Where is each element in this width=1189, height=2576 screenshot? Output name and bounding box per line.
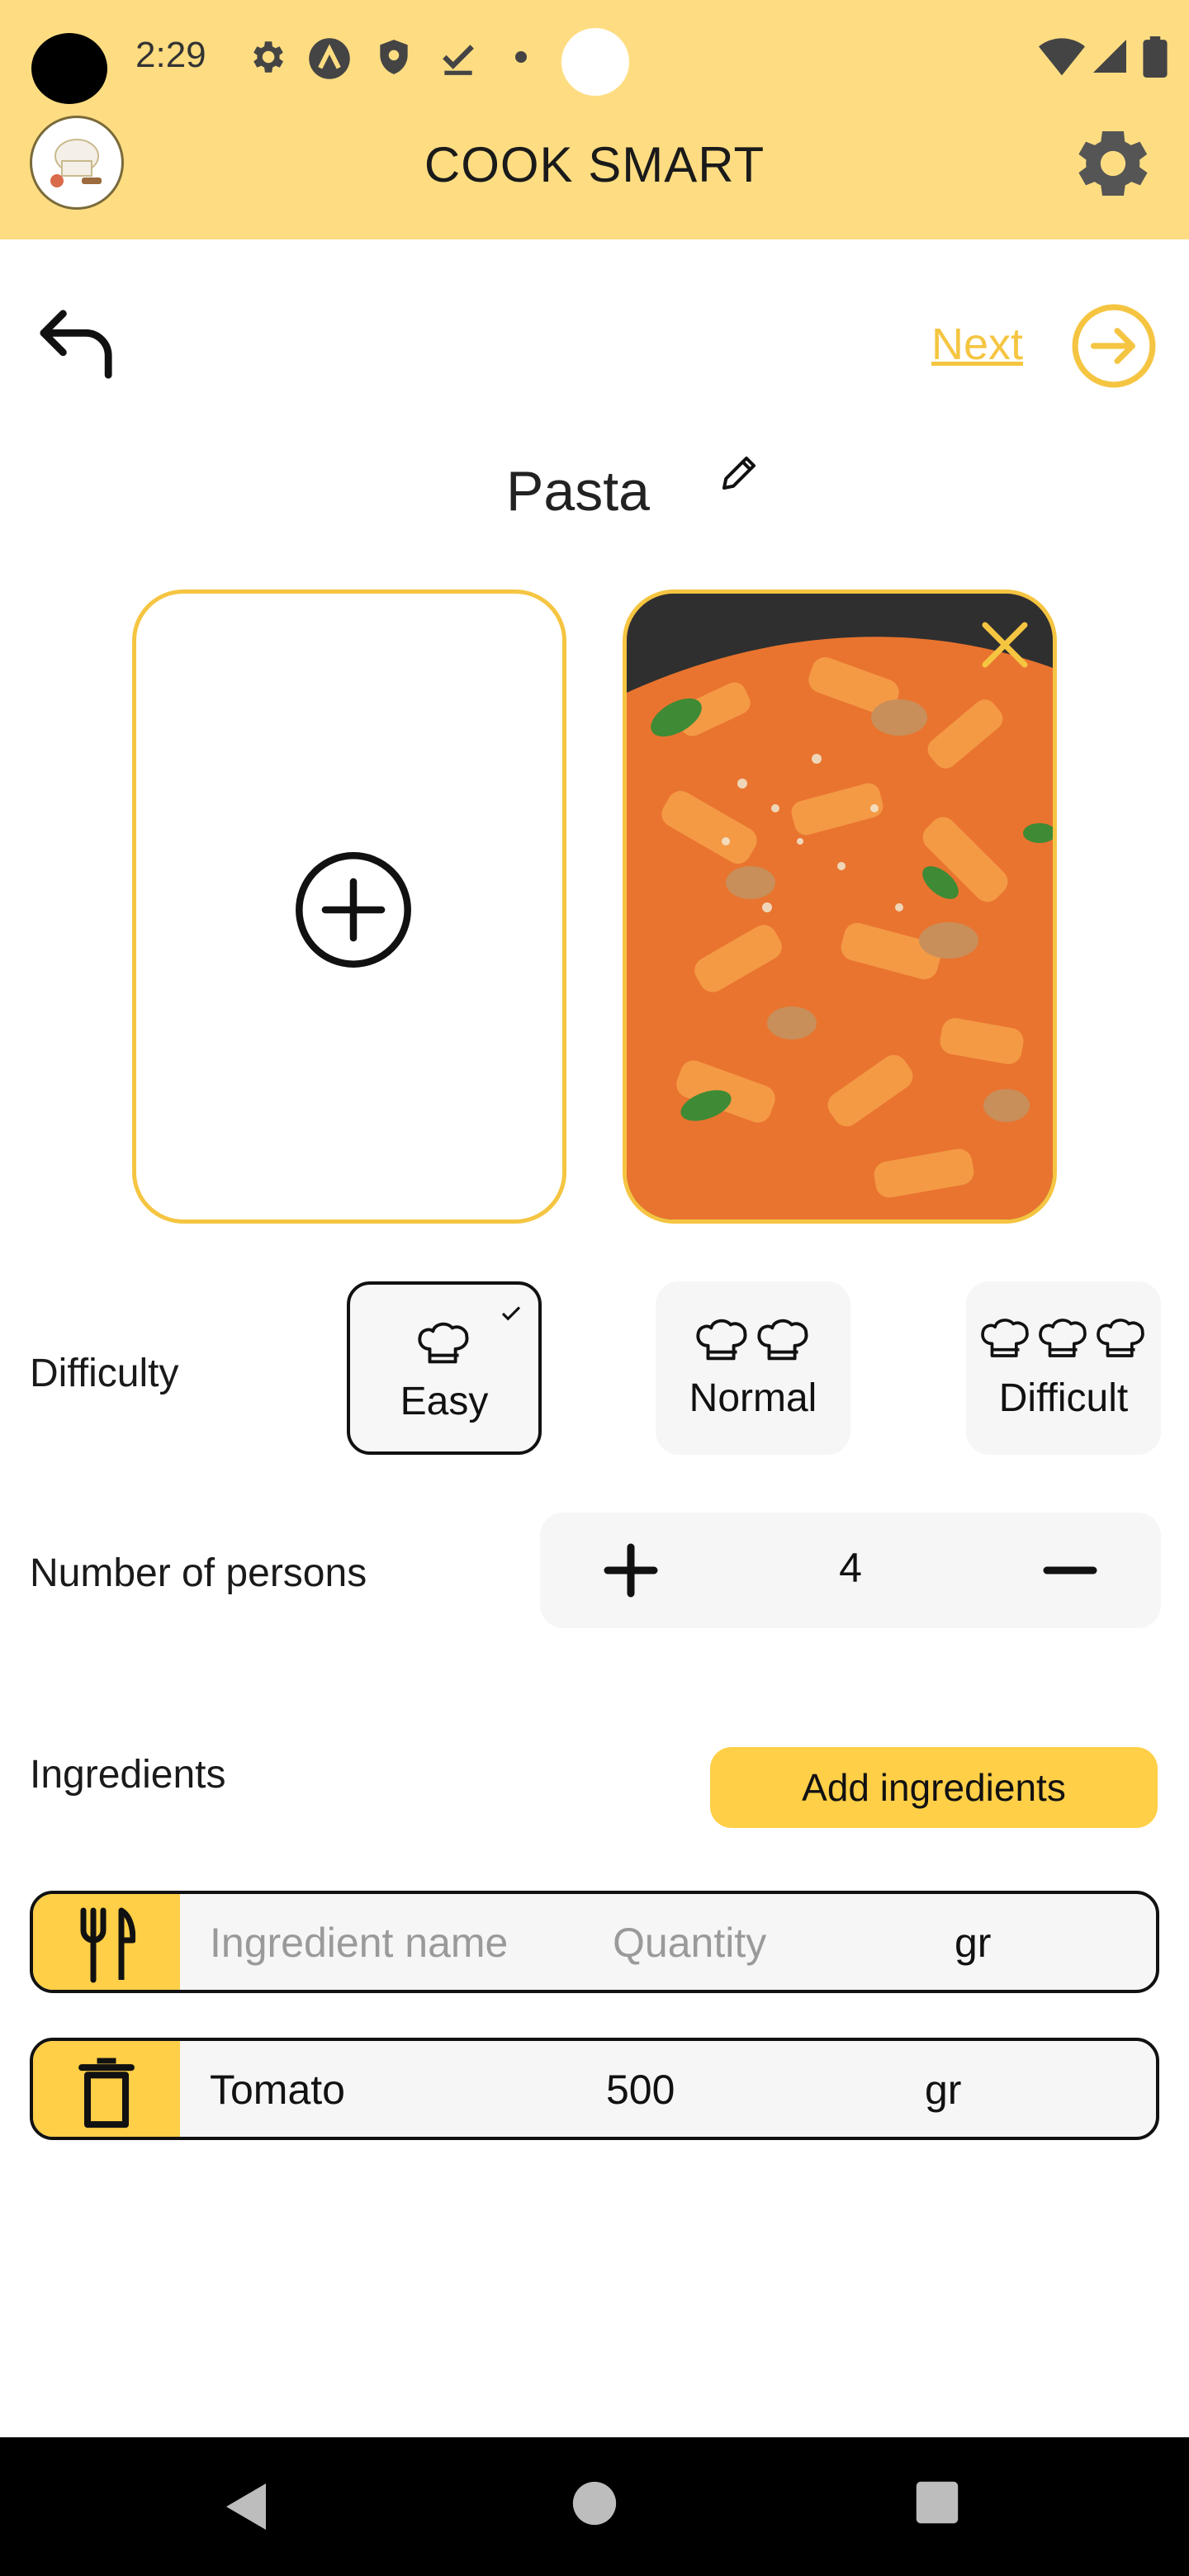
persons-label: Number of persons [30,1551,367,1595]
recents-nav-icon[interactable] [915,2480,959,2525]
battery-icon [1143,36,1168,78]
pasta-photo-image [627,594,1053,1219]
trash-icon [78,2057,135,2129]
next-arrow-icon[interactable] [1070,302,1158,390]
difficulty-difficult-button[interactable]: Difficult [966,1281,1161,1455]
add-ingredients-button[interactable]: Add ingredients [710,1747,1158,1828]
close-icon[interactable] [975,615,1035,675]
chef-hat-icon [1097,1319,1144,1357]
status-time: 2:29 [135,35,206,75]
status-bar: 2:29 [0,0,1189,116]
notification-dot [515,51,527,63]
persons-stepper: 4 [540,1513,1161,1628]
minus-icon[interactable] [1037,1537,1103,1603]
persons-value: 4 [839,1545,862,1591]
new-ingredient-row: Ingredient name Quantity gr [30,1891,1159,1993]
difficulty-easy-button[interactable]: Easy [347,1281,542,1455]
difficulty-easy-label: Easy [400,1380,489,1423]
add-photo-card[interactable] [132,590,566,1224]
status-circle [561,28,629,96]
chef-hat-icon [757,1319,808,1361]
a-circle-icon [309,38,350,79]
home-nav-icon[interactable] [571,2480,618,2526]
signal-icon [1093,40,1126,73]
ingredient-quantity: 500 [606,2067,675,2113]
difficulty-normal-label: Normal [689,1376,817,1420]
settings-status-icon [253,41,283,73]
ingredient-unit: gr [925,2067,962,2113]
system-nav-bar [0,2437,1189,2576]
add-photo-icon [296,852,411,968]
next-link[interactable]: Next [931,319,1023,370]
quantity-input[interactable]: Quantity [613,1919,766,1967]
chef-hats [966,1313,1161,1362]
chef-hat-icon [1039,1319,1087,1357]
delete-ingredient-button[interactable] [33,2041,180,2137]
edit-pencil-icon[interactable] [717,451,761,495]
ingredients-label: Ingredients [30,1753,226,1797]
settings-icon[interactable] [1070,121,1156,206]
chef-hat-icon [981,1319,1029,1357]
difficulty-label: Difficulty [30,1352,179,1395]
camera-cutout [31,33,107,104]
ingredient-row: Tomato 500 gr [30,2038,1159,2140]
ingredient-name-input[interactable]: Ingredient name [210,1919,508,1967]
shield-icon [380,40,408,74]
ingredient-name: Tomato [210,2067,345,2113]
difficulty-difficult-label: Difficult [998,1376,1129,1420]
download-done-icon [443,45,474,75]
unit-select[interactable]: gr [955,1919,991,1967]
back-nav-icon[interactable] [223,2480,272,2533]
chef-hat-icon [418,1322,469,1364]
chef-hat-icon [696,1319,747,1361]
wifi-icon [1039,38,1085,76]
plus-icon[interactable] [598,1537,664,1603]
back-arrow-icon[interactable] [36,307,119,381]
chef-hats [656,1313,850,1366]
difficulty-normal-button[interactable]: Normal [656,1281,850,1455]
recipe-photo[interactable] [623,590,1057,1224]
ingredient-row-icon-area [33,1894,180,1990]
chef-hats [350,1316,538,1369]
app-title: COOK SMART [424,137,765,192]
recipe-name: Pasta [506,460,650,523]
fork-knife-icon [80,1907,135,1983]
